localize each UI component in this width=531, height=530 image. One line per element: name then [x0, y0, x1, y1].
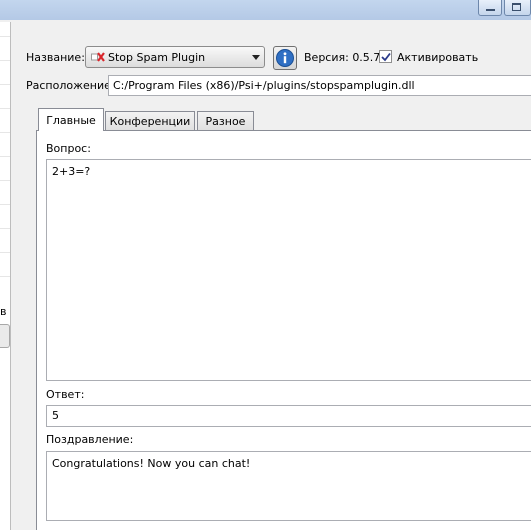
info-icon	[276, 49, 294, 67]
question-label: Вопрос:	[46, 142, 91, 155]
answer-input[interactable]: 5	[46, 405, 531, 427]
location-value: C:/Program Files (x86)/Psi+/plugins/stop…	[113, 79, 415, 92]
tab-misc[interactable]: Разное	[197, 111, 254, 131]
tab-conferences[interactable]: Конференции	[105, 111, 195, 131]
name-label: Название:	[26, 51, 85, 64]
list-divider	[0, 60, 10, 61]
congrats-value: Congratulations! Now you can chat!	[52, 457, 251, 470]
tab-misc-label: Разное	[205, 115, 246, 128]
list-divider	[0, 84, 10, 85]
plugin-icon	[91, 52, 105, 62]
minimize-icon	[486, 9, 495, 11]
side-partial-text: в	[0, 305, 7, 318]
congrats-textarea[interactable]: Congratulations! Now you can chat!	[46, 451, 531, 521]
maximize-button[interactable]	[504, 0, 531, 16]
chevron-down-icon	[252, 55, 260, 60]
list-divider	[0, 180, 10, 181]
minimize-button[interactable]	[478, 0, 502, 16]
congrats-label: Поздравление:	[46, 433, 134, 446]
question-value: 2+3=?	[52, 165, 91, 178]
version-label: Версия: 0.5.7	[304, 51, 381, 64]
list-divider	[0, 252, 10, 253]
activate-label: Активировать	[397, 51, 479, 64]
maximize-icon	[512, 3, 521, 11]
list-divider	[0, 36, 10, 37]
answer-value: 5	[52, 409, 59, 422]
checkmark-icon	[381, 52, 391, 62]
list-divider	[0, 108, 10, 109]
info-button[interactable]	[273, 46, 297, 70]
plugin-select-value: Stop Spam Plugin	[108, 51, 206, 64]
list-divider	[0, 132, 10, 133]
location-field[interactable]: C:/Program Files (x86)/Psi+/plugins/stop…	[108, 75, 531, 96]
list-divider	[0, 276, 10, 277]
list-divider	[0, 228, 10, 229]
plugin-select[interactable]: Stop Spam Plugin	[85, 46, 265, 68]
location-label: Расположение:	[26, 79, 115, 92]
list-divider	[0, 204, 10, 205]
window-titlebar	[0, 0, 531, 20]
list-divider	[0, 156, 10, 157]
plugin-list-panel[interactable]: в	[0, 22, 11, 530]
answer-label: Ответ:	[46, 388, 85, 401]
side-button[interactable]	[0, 324, 10, 348]
tab-general-label: Главные	[46, 114, 96, 127]
tab-conferences-label: Конференции	[109, 115, 191, 128]
tab-general[interactable]: Главные	[38, 108, 104, 131]
question-textarea[interactable]: 2+3=?	[46, 159, 531, 381]
activate-checkbox[interactable]	[379, 50, 392, 63]
